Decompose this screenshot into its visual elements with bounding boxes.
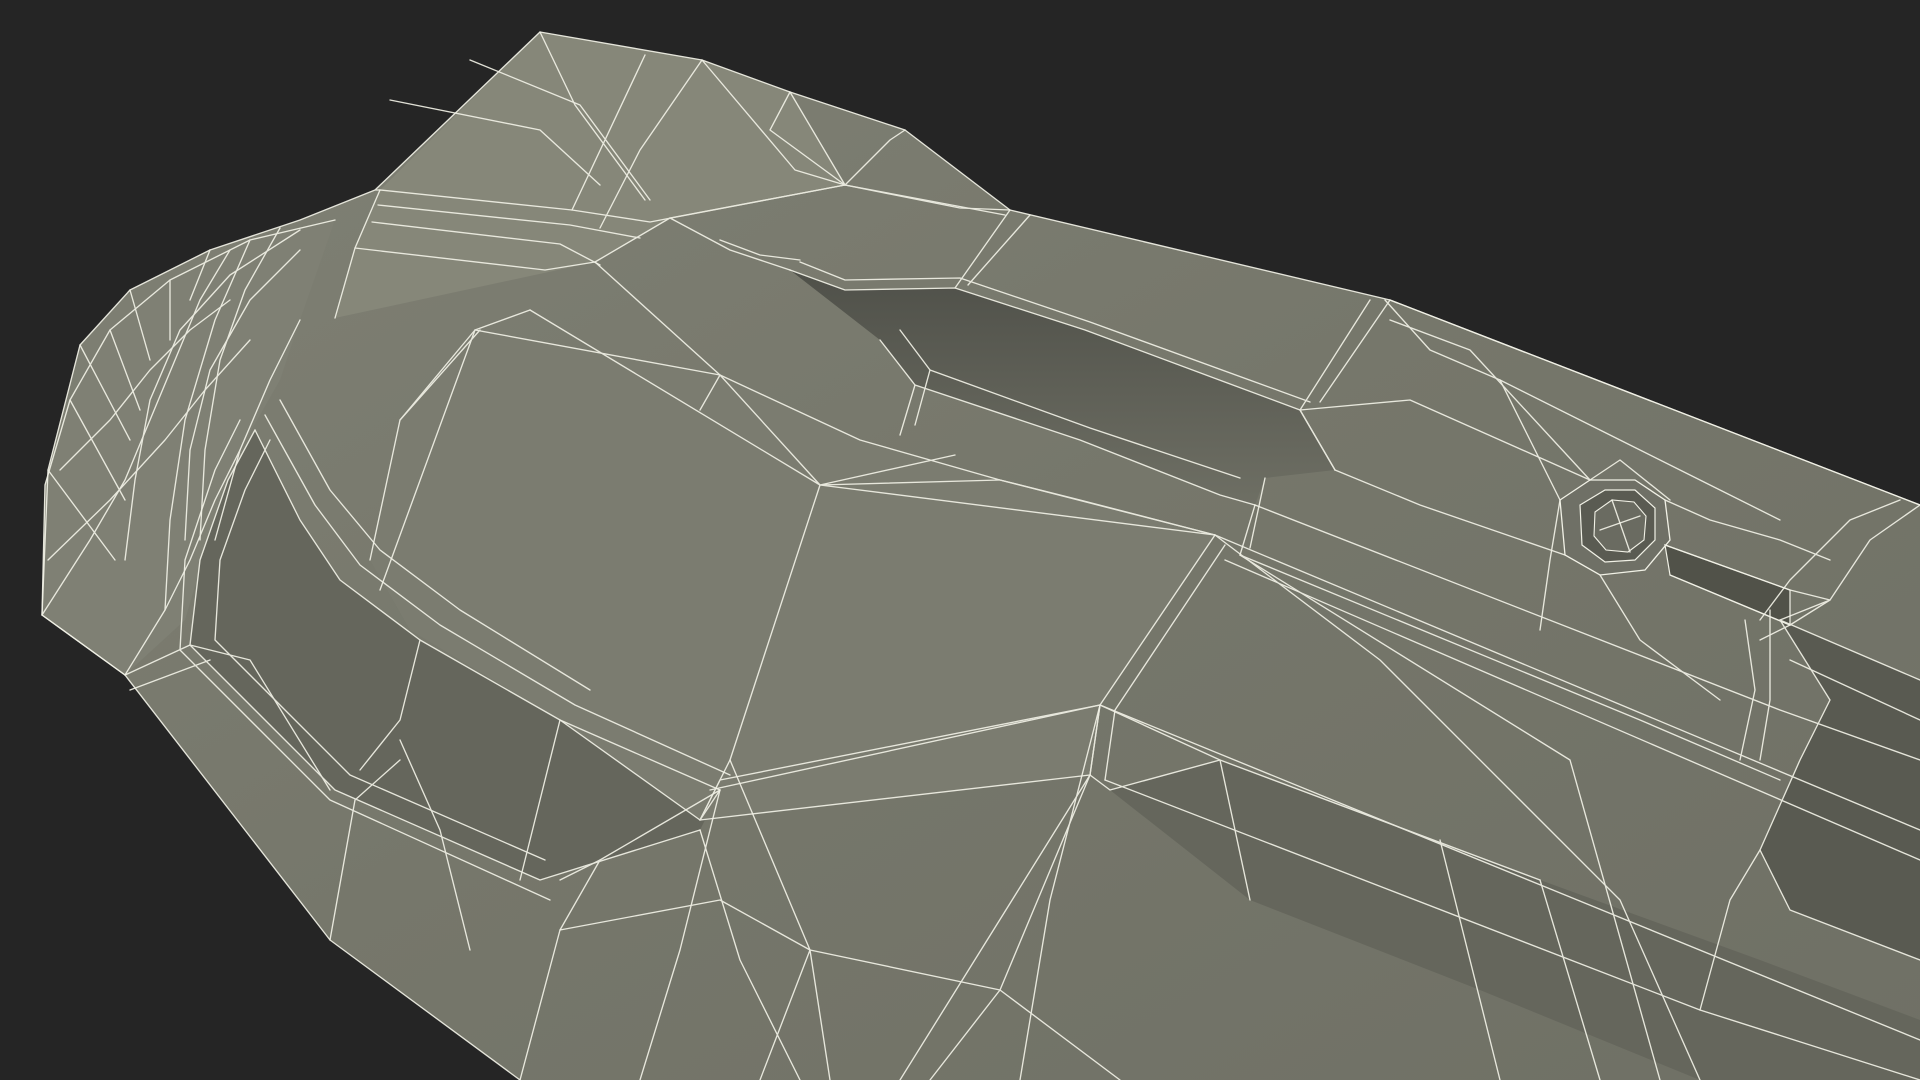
wireframe-model [41,31,1920,1080]
render-viewport [0,0,1920,1080]
